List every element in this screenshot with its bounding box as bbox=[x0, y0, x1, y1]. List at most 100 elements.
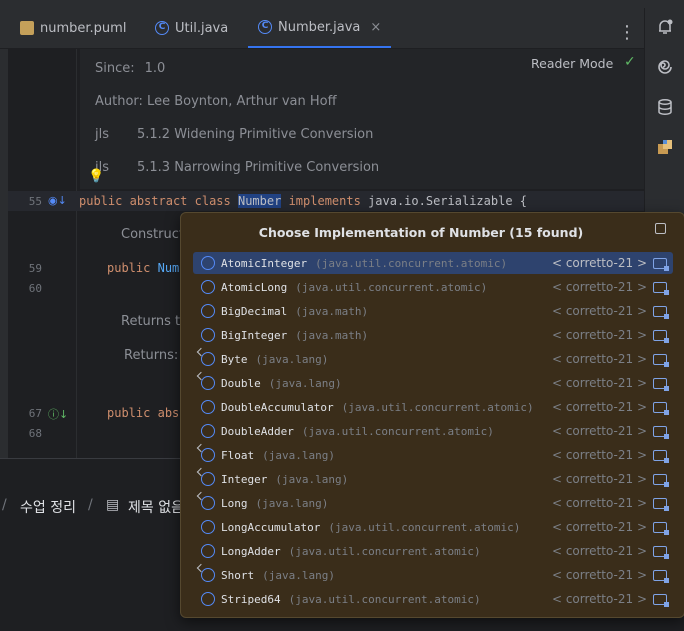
class-name-selected[interactable]: Number bbox=[237, 194, 282, 208]
database-icon[interactable] bbox=[655, 98, 675, 118]
class-icon bbox=[201, 400, 215, 414]
returns-doc-2: Returns: t bbox=[124, 348, 188, 363]
breadcrumb-item[interactable]: 제목 없음 bbox=[128, 497, 184, 517]
package-name: (java.util.concurrent.atomic) bbox=[288, 544, 481, 558]
breadcrumb-separator: / bbox=[2, 497, 7, 513]
implementation-list-item[interactable]: Long (java.lang) < corretto-21 > bbox=[193, 492, 673, 514]
implementation-list-item[interactable]: Float (java.lang) < corretto-21 > bbox=[193, 444, 673, 466]
implementation-list-item[interactable]: Double (java.lang) < corretto-21 > bbox=[193, 372, 673, 394]
class-name: AtomicLong bbox=[221, 280, 288, 294]
breadcrumb-item[interactable]: 수업 정리 bbox=[20, 497, 76, 517]
library-name: < corretto-21 > bbox=[551, 280, 647, 294]
package-name: (java.util.concurrent.atomic) bbox=[295, 280, 488, 294]
implementation-list-item[interactable]: BigDecimal (java.math) < corretto-21 > bbox=[193, 300, 673, 322]
library-icon bbox=[653, 305, 669, 319]
library-icon bbox=[653, 449, 669, 463]
close-icon[interactable]: × bbox=[370, 20, 381, 35]
class-icon bbox=[201, 592, 215, 606]
implementation-list-item[interactable]: LongAdder (java.util.concurrent.atomic) < … bbox=[193, 540, 673, 562]
library-name: < corretto-21 > bbox=[551, 544, 647, 558]
class-name: Byte bbox=[221, 352, 248, 366]
tab-label: Util.java bbox=[175, 20, 229, 36]
implementation-list-item[interactable]: AtomicLong (java.util.concurrent.atomic) <… bbox=[193, 276, 673, 298]
class-icon bbox=[201, 448, 215, 462]
library-name: < corretto-21 > bbox=[551, 520, 647, 534]
library-name: < corretto-21 > bbox=[551, 352, 647, 366]
choose-implementation-popup[interactable]: Choose Implementation of Number (15 foun… bbox=[180, 212, 684, 618]
package-name: (java.math) bbox=[295, 304, 369, 318]
class-icon: C bbox=[258, 20, 272, 34]
line-gutter bbox=[8, 49, 77, 458]
class-icon bbox=[201, 472, 215, 486]
implementations-gutter-icon[interactable]: ◉↓ bbox=[48, 194, 67, 207]
doc-jls-1: jls 5.1.2 Widening Primitive Conversion bbox=[95, 127, 373, 142]
library-name: < corretto-21 > bbox=[551, 472, 647, 486]
implementation-list-item[interactable]: Byte (java.lang) < corretto-21 > bbox=[193, 348, 673, 370]
class-icon bbox=[201, 424, 215, 438]
keyword: implements bbox=[288, 194, 361, 208]
class-icon bbox=[201, 328, 215, 342]
tab-label: number.puml bbox=[40, 20, 127, 36]
since-label: Since: bbox=[95, 61, 135, 76]
jls-value: 5.1.3 Narrowing Primitive Conversion bbox=[137, 160, 380, 175]
keyword: public bbox=[79, 194, 123, 208]
library-name: < corretto-21 > bbox=[551, 448, 647, 462]
tab-number-puml[interactable]: number.puml bbox=[20, 8, 126, 48]
class-icon bbox=[201, 496, 215, 510]
reader-mode-button[interactable]: Reader Mode bbox=[531, 56, 613, 71]
class-name: BigDecimal bbox=[221, 304, 288, 318]
package-name: (java.lang) bbox=[255, 352, 329, 366]
class-icon bbox=[201, 544, 215, 558]
class-name: Striped64 bbox=[221, 592, 281, 606]
line-number: 67 bbox=[28, 407, 42, 420]
implementation-list-item[interactable]: DoubleAdder (java.util.concurrent.atomic)… bbox=[193, 420, 673, 442]
package-name: (java.lang) bbox=[255, 496, 329, 510]
tab-number-java[interactable]: C Number.java × bbox=[248, 8, 392, 48]
library-name: < corretto-21 > bbox=[551, 376, 647, 390]
library-name: < corretto-21 > bbox=[551, 400, 647, 414]
class-name: DoubleAdder bbox=[221, 424, 294, 438]
implementation-list-item[interactable]: Integer (java.lang) < corretto-21 > bbox=[193, 468, 673, 490]
library-icon bbox=[653, 425, 669, 439]
class-name: DoubleAccumulator bbox=[221, 400, 334, 414]
library-icon bbox=[653, 473, 669, 487]
implementation-list-item[interactable]: LongAccumulator (java.util.concurrent.ato… bbox=[193, 516, 673, 538]
library-icon bbox=[653, 377, 669, 391]
ai-assistant-icon[interactable] bbox=[655, 58, 675, 78]
returns-doc-1: Returns th bbox=[121, 314, 189, 329]
line-number: 68 bbox=[28, 427, 42, 440]
editor-tab-bar: number.puml C Util.java C Number.java × … bbox=[0, 8, 644, 49]
keyword: public bbox=[107, 261, 151, 275]
line-number: 55 bbox=[28, 195, 42, 208]
class-name: Short bbox=[221, 568, 255, 582]
class-name: LongAccumulator bbox=[221, 520, 321, 534]
implementation-list-item[interactable]: AtomicInteger (java.util.concurrent.atomi… bbox=[193, 252, 673, 274]
notifications-icon[interactable] bbox=[655, 18, 675, 38]
class-icon bbox=[201, 280, 215, 294]
implementation-list-item[interactable]: DoubleAccumulator (java.util.concurrent.a… bbox=[193, 396, 673, 418]
package-name: (java.lang) bbox=[262, 448, 335, 462]
library-name: < corretto-21 > bbox=[551, 496, 647, 510]
plugin-icon[interactable] bbox=[655, 138, 675, 158]
library-name: < corretto-21 > bbox=[551, 424, 647, 438]
puml-file-icon bbox=[20, 21, 34, 35]
open-in-find-tool-window-icon[interactable] bbox=[655, 223, 666, 234]
tab-util-java[interactable]: C Util.java bbox=[155, 8, 228, 48]
code-text: java.io.Serializable { bbox=[368, 194, 528, 208]
implementation-list-item[interactable]: Striped64 (java.util.concurrent.atomic) < … bbox=[193, 588, 673, 610]
implementation-list-item[interactable]: Short (java.lang) < corretto-21 > bbox=[193, 564, 673, 586]
lightbulb-icon[interactable]: 💡 bbox=[88, 169, 104, 184]
doc-jls-2: jls 5.1.3 Narrowing Primitive Conversion bbox=[95, 160, 379, 175]
package-name: (java.lang) bbox=[275, 472, 349, 486]
code-line-55: public abstract class Number implements … bbox=[79, 194, 527, 208]
class-icon bbox=[201, 568, 215, 582]
class-name: Long bbox=[221, 496, 248, 510]
implementation-list-item[interactable]: BigInteger (java.math) < corretto-21 > bbox=[193, 324, 673, 346]
package-name: (java.util.concurrent.atomic) bbox=[328, 520, 521, 534]
overrides-gutter-icon[interactable]: ⓘ↓ bbox=[48, 406, 68, 422]
package-name: (java.util.concurrent.atomic) bbox=[341, 400, 534, 414]
more-options-icon[interactable]: ⋮ bbox=[618, 22, 636, 43]
doc-since: Since: 1.0 bbox=[95, 61, 165, 76]
library-icon bbox=[653, 329, 669, 343]
since-value: 1.0 bbox=[144, 61, 166, 76]
